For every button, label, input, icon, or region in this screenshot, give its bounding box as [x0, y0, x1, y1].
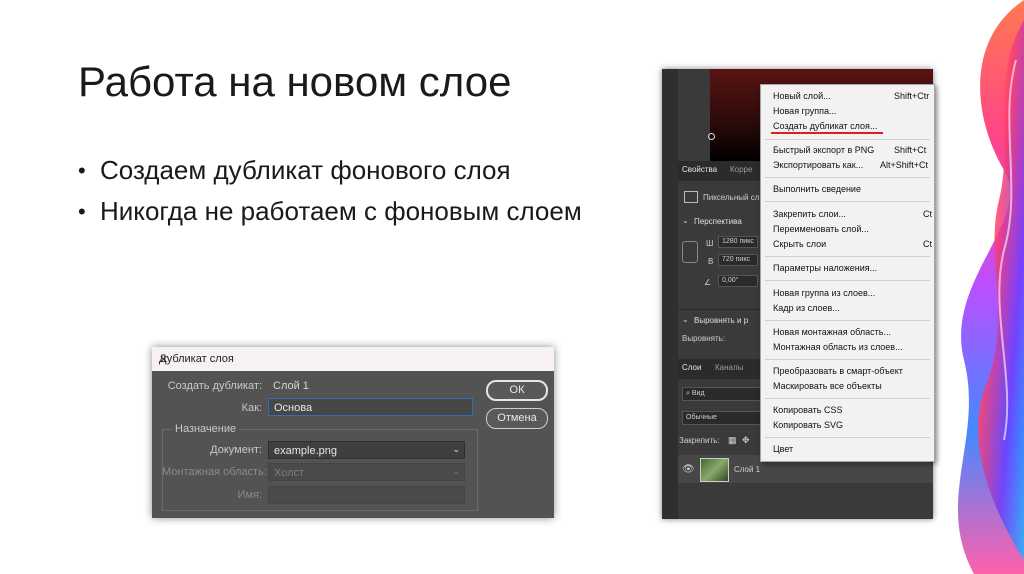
lock-pixels-icon[interactable]: ▦ — [728, 435, 737, 446]
menu-item-duplicate-layer[interactable]: Создать дубликат слоя... — [773, 121, 877, 131]
lock-position-icon[interactable]: ✥ — [742, 435, 750, 446]
menu-shortcut: Shift+Ct — [894, 145, 927, 155]
menu-item-group-from-layers[interactable]: Новая группа из слоев... — [773, 288, 875, 298]
align-label: Выровнять: — [682, 334, 726, 343]
h-label: В — [708, 257, 714, 266]
artboard-select: Холст ⌄ — [268, 463, 465, 481]
menu-shortcut: Alt+Shift+Ct — [880, 160, 929, 170]
dialog-titlebar: Дубликат слоя ✕ — [152, 347, 554, 371]
menu-separator — [765, 359, 930, 360]
bullet-list: • Создаем дубликат фонового слоя • Никогда… — [78, 150, 582, 232]
color-picker-handle[interactable] — [708, 133, 715, 140]
bullet-text: Никогда не работаем с фоновым слоем — [100, 196, 582, 226]
menu-item-artboard-from-layers[interactable]: Монтажная область из слоев... — [773, 342, 903, 352]
slide-title: Работа на новом слое — [78, 58, 512, 105]
toolbar-strip — [662, 69, 678, 519]
name-label: Имя: — [237, 489, 262, 501]
menu-item-copy-css[interactable]: Копировать CSS — [773, 405, 842, 415]
layer-name: Слой 1 — [734, 465, 761, 474]
tab-properties[interactable]: Свойства — [682, 165, 717, 174]
name-input — [268, 486, 465, 504]
chevron-down-icon: ⌄ — [452, 444, 460, 454]
menu-separator — [765, 256, 930, 257]
as-input[interactable]: Основа — [268, 398, 473, 416]
menu-separator — [765, 280, 930, 281]
close-icon[interactable]: ✕ — [159, 353, 548, 366]
perspective-header[interactable]: Перспектива — [694, 217, 742, 226]
duplicate-label: Создать дубликат: — [167, 380, 262, 392]
eye-icon[interactable]: 👁 — [682, 464, 695, 475]
menu-separator — [765, 177, 930, 178]
bullet-dot: • — [78, 158, 86, 183]
menu-separator — [765, 320, 930, 321]
bullet-item: • Никогда не работаем с фоновым слоем — [78, 191, 582, 232]
document-label: Документ: — [210, 444, 262, 456]
w-label: Ш — [706, 239, 714, 248]
link-icon[interactable] — [682, 241, 698, 263]
cancel-button[interactable]: Отмена — [486, 408, 548, 429]
menu-separator — [765, 139, 930, 140]
tab-channels[interactable]: Каналы — [715, 363, 743, 372]
ok-button[interactable]: ОК — [486, 380, 548, 401]
align-header[interactable]: Выровнять и р — [694, 316, 748, 325]
menu-shortcut: Shift+Ctr — [894, 91, 930, 101]
chevron-down-icon[interactable]: ⌄ — [682, 315, 689, 324]
menu-separator — [765, 201, 930, 202]
document-select[interactable]: example.png ⌄ — [268, 441, 465, 459]
menu-item-new-layer[interactable]: Новый слой... — [773, 91, 831, 101]
duplicate-layer-dialog: Дубликат слоя ✕ Создать дубликат: Слой 1… — [152, 347, 554, 518]
menu-separator — [765, 398, 930, 399]
width-input[interactable]: 1280 пикс — [718, 236, 758, 248]
tab-corrections[interactable]: Корре — [730, 165, 752, 174]
height-input[interactable]: 720 пикс — [718, 254, 758, 266]
blend-mode-select[interactable]: Обычные — [682, 411, 764, 425]
menu-item-convert-smart-object[interactable]: Преобразовать в смарт-объект — [773, 366, 903, 376]
chevron-down-icon[interactable]: ⌄ — [682, 216, 689, 225]
artboard-value: Холст — [274, 467, 305, 479]
duplicate-value: Слой 1 — [273, 380, 309, 392]
as-label: Как: — [241, 402, 262, 414]
menu-item-quick-export[interactable]: Быстрый экспорт в PNG — [773, 145, 874, 155]
angle-icon: ∠ — [704, 278, 712, 287]
destination-legend: Назначение — [172, 423, 240, 435]
menu-item-color[interactable]: Цвет — [773, 444, 793, 454]
layer-thumbnail — [700, 458, 729, 482]
menu-item-hide-layers[interactable]: Скрыть слои — [773, 239, 826, 249]
menu-item-lock-layers[interactable]: Закрепить слои... — [773, 209, 846, 219]
menu-shortcut: Ct — [923, 239, 932, 249]
menu-item-export-as[interactable]: Экспортировать как... — [773, 160, 863, 170]
menu-item-flatten[interactable]: Выполнить сведение — [773, 184, 861, 194]
menu-separator — [765, 437, 930, 438]
menu-item-new-artboard[interactable]: Новая монтажная область... — [773, 327, 891, 337]
menu-item-copy-svg[interactable]: Копировать SVG — [773, 420, 843, 430]
pixel-layer-label: Пиксельный сл — [703, 193, 760, 202]
lock-label: Закрепить: — [679, 436, 720, 445]
menu-item-new-group[interactable]: Новая группа... — [773, 106, 837, 116]
document-value: example.png — [274, 445, 337, 457]
menu-item-mask-all-objects[interactable]: Маскировать все объекты — [773, 381, 882, 391]
bullet-text: Создаем дубликат фонового слоя — [100, 155, 511, 185]
bullet-item: • Создаем дубликат фонового слоя — [78, 150, 582, 191]
menu-item-blending-options[interactable]: Параметры наложения... — [773, 263, 877, 273]
highlight-underline — [771, 132, 883, 134]
angle-input[interactable]: 0,00° — [718, 275, 758, 287]
layer-filter-select[interactable]: ⌕ Вид — [682, 387, 764, 401]
menu-item-rename-layer[interactable]: Переименовать слой... — [773, 224, 869, 234]
menu-shortcut: Ct — [923, 209, 932, 219]
layer-context-menu: Новый слой... Shift+Ctr Новая группа... … — [760, 84, 935, 462]
tab-layers[interactable]: Слои — [682, 363, 701, 372]
chevron-down-icon: ⌄ — [452, 466, 460, 476]
artboard-label: Монтажная область: — [162, 466, 267, 478]
pixel-layer-icon — [684, 191, 698, 203]
kind-label: Вид — [691, 390, 705, 397]
bullet-dot: • — [78, 199, 86, 224]
menu-item-frame-from-layers[interactable]: Кадр из слоев... — [773, 303, 840, 313]
